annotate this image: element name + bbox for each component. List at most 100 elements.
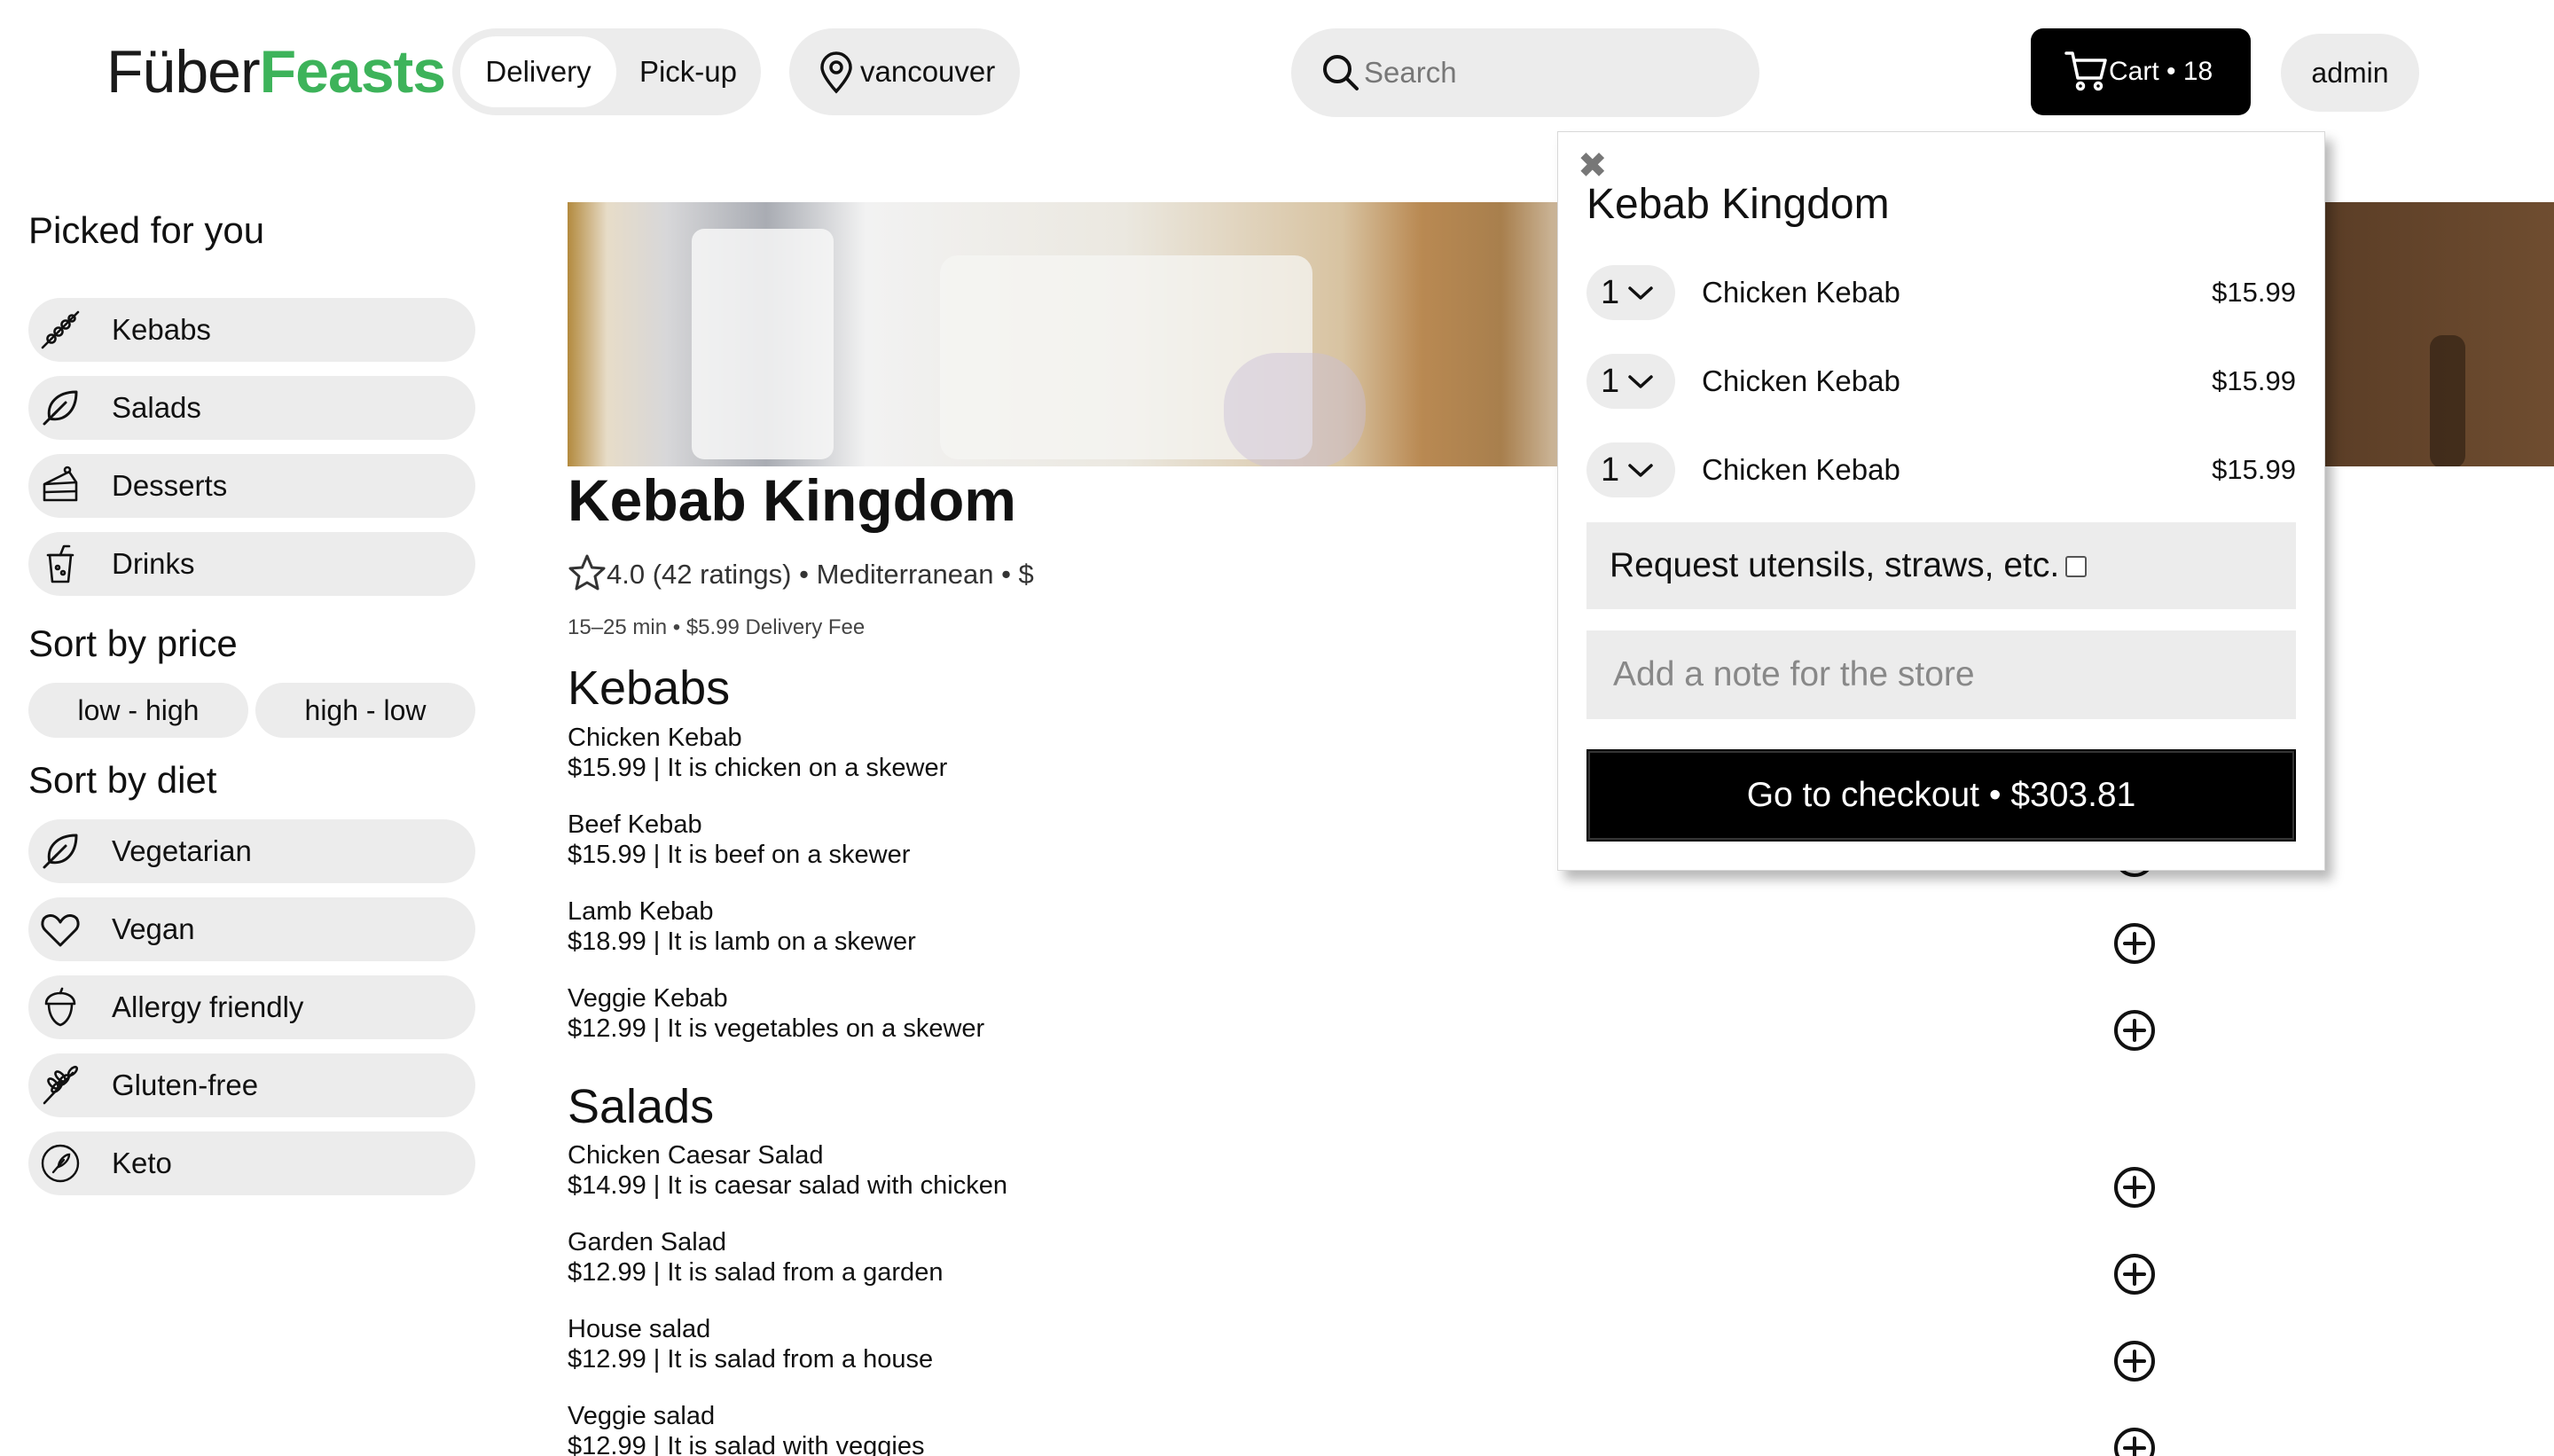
cart-item-name: Chicken Kebab [1702,276,1900,309]
quantity-value: 1 [1601,451,1620,489]
chevron-down-icon [1628,464,1653,477]
chevron-down-icon [1628,375,1653,388]
category-label: Salads [112,391,201,424]
menu-item: Chicken Caesar Salad $14.99 | It is caes… [568,1140,2164,1211]
cart-button[interactable]: Cart • 18 [2031,28,2251,115]
cart-item: 1 Chicken Kebab $15.99 [1586,354,2296,409]
chevron-down-icon [1628,286,1653,300]
category-desserts[interactable]: Desserts [28,454,475,518]
menu-item-name: Beef Kebab [568,810,702,839]
location-label: vancouver [860,55,996,88]
cart-popup: ✖ Kebab Kingdom 1 Chicken Kebab $15.99 1… [1557,131,2325,871]
logo-text-accent: Feasts [259,38,446,106]
quantity-select[interactable]: 1 [1586,354,1675,409]
add-item-icon[interactable] [2112,1008,2157,1053]
category-label: Drinks [112,547,195,580]
menu-section-salads: Salads [568,1080,715,1133]
quantity-value: 1 [1601,274,1620,311]
sort-by-price-heading: Sort by price [28,622,238,664]
menu-item: Veggie Kebab $12.99 | It is vegetables o… [568,983,2164,1054]
add-item-icon[interactable] [2112,1252,2157,1296]
search-icon [1323,55,1359,90]
app-logo[interactable]: FüberFeasts [106,35,446,108]
menu-item-name: Veggie Kebab [568,984,728,1013]
store-note-input[interactable] [1586,630,2296,719]
cart-item-price: $15.99 [2212,277,2296,308]
menu-item-name: Lamb Kebab [568,897,714,926]
menu-item-name: Veggie salad [568,1402,716,1430]
menu-item-detail: $12.99 | It is salad from a house [568,1345,934,1374]
menu-item: Lamb Kebab $18.99 | It is lamb on a skew… [568,896,2164,967]
search-input[interactable] [1364,48,1736,98]
category-label: Desserts [112,469,228,502]
utensils-label: Request utensils, straws, etc. [1610,546,2060,584]
diet-label: Vegetarian [112,834,252,867]
cart-item: 1 Chicken Kebab $15.99 [1586,265,2296,320]
quantity-select[interactable]: 1 [1586,265,1675,320]
menu-item: Garden Salad $12.99 | It is salad from a… [568,1227,2164,1298]
leaf-icon [43,390,78,426]
category-label: Kebabs [112,313,211,346]
menu-item: House salad $12.99 | It is salad from a … [568,1314,2164,1385]
add-item-icon[interactable] [2112,921,2157,966]
checkout-button[interactable]: Go to checkout • $303.81 [1586,749,2296,842]
diet-label: Gluten-free [112,1069,259,1101]
keto-icon [41,1144,80,1183]
menu-item-name: Chicken Caesar Salad [568,1141,824,1170]
map-pin-icon [820,51,852,94]
menu-item-detail: $12.99 | It is salad from a garden [568,1258,944,1287]
sort-price-low-high-button[interactable]: low - high [28,683,248,738]
add-item-icon[interactable] [2112,1339,2157,1383]
add-item-icon[interactable] [2112,1165,2157,1209]
restaurant-name: Kebab Kingdom [568,467,1016,533]
menu-item-detail: $12.99 | It is vegetables on a skewer [568,1014,985,1043]
menu-item-name: House salad [568,1315,711,1343]
category-drinks[interactable]: Drinks [28,532,475,596]
menu-item-detail: $14.99 | It is caesar salad with chicken [568,1171,1007,1200]
cart-count-label: Cart • 18 [2109,57,2213,86]
user-menu-button[interactable]: admin [2281,34,2419,112]
menu-item-detail: $15.99 | It is chicken on a skewer [568,754,948,782]
diet-keto[interactable]: Keto [28,1131,475,1195]
cart-restaurant-title: Kebab Kingdom [1586,181,1890,228]
category-salads[interactable]: Salads [28,376,475,440]
delivery-tab[interactable]: Delivery [460,36,616,107]
cart-item-name: Chicken Kebab [1702,453,1900,486]
diet-label: Keto [112,1147,172,1179]
cart-item-price: $15.99 [2212,454,2296,485]
diet-label: Allergy friendly [112,990,304,1023]
utensils-request-row[interactable]: Request utensils, straws, etc. [1586,522,2296,609]
restaurant-rating-line: 4.0 (42 ratings) • Mediterranean • $ [568,553,1034,596]
menu-item-name: Chicken Kebab [568,724,742,752]
diet-allergy-friendly[interactable]: Allergy friendly [28,975,475,1039]
search-bar [1291,28,1759,117]
add-item-icon[interactable] [2112,1426,2157,1456]
quantity-value: 1 [1601,363,1620,400]
utensils-checkbox[interactable] [2065,556,2087,577]
heart-icon [41,914,80,947]
delivery-info: 15–25 min • $5.99 Delivery Fee [568,615,866,639]
menu-section-kebabs: Kebabs [568,661,731,715]
pickup-tab[interactable]: Pick-up [623,36,754,107]
menu-item-detail: $12.99 | It is salad with veggies [568,1432,925,1456]
menu-item: Veggie salad $12.99 | It is salad with v… [568,1401,2164,1456]
diet-vegan[interactable]: Vegan [28,897,475,961]
diet-gluten-free[interactable]: Gluten-free [28,1053,475,1117]
quantity-select[interactable]: 1 [1586,442,1675,497]
cart-item: 1 Chicken Kebab $15.99 [1586,442,2296,497]
diet-label: Vegan [112,912,195,945]
diet-vegetarian[interactable]: Vegetarian [28,819,475,883]
picked-for-you-heading: Picked for you [28,209,265,251]
menu-item-name: Garden Salad [568,1228,726,1256]
cart-icon [2064,51,2107,91]
acorn-icon [44,987,76,1027]
location-button[interactable]: vancouver [789,28,1020,115]
menu-item-detail: $15.99 | It is beef on a skewer [568,841,911,869]
sort-price-high-low-button[interactable]: high - low [255,683,475,738]
skewer-icon [41,310,80,349]
category-kebabs[interactable]: Kebabs [28,298,475,362]
logo-text-primary: Füber [106,38,261,106]
drink-icon [46,544,74,583]
sort-by-diet-heading: Sort by diet [28,759,217,801]
cake-icon [43,466,78,502]
